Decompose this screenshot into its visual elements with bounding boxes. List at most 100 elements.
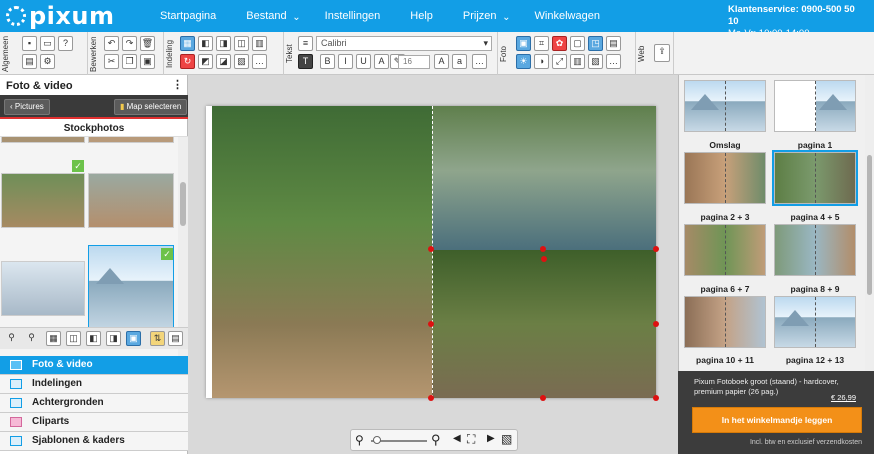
- page-thumb-12-13[interactable]: [774, 296, 856, 348]
- photo-border-icon[interactable]: ▧: [588, 54, 603, 69]
- photo-thumb[interactable]: [1, 137, 85, 143]
- font-size-select[interactable]: 16: [398, 55, 430, 69]
- menu-instellingen[interactable]: Instellingen: [325, 10, 381, 22]
- add-to-cart-button[interactable]: In het winkelmandje leggen: [692, 407, 862, 433]
- font-size-decrease-icon[interactable]: a: [452, 54, 467, 69]
- scroll-thumb[interactable]: [867, 155, 872, 295]
- grid-view-icon[interactable]: ▦: [46, 331, 61, 346]
- category-achtergronden[interactable]: Achtergronden: [0, 394, 188, 413]
- menu-winkelwagen[interactable]: Winkelwagen: [535, 10, 600, 22]
- category-foto-video[interactable]: Foto & video: [0, 356, 188, 375]
- send-back-icon[interactable]: ◨: [216, 36, 231, 51]
- family-photo[interactable]: [212, 106, 432, 398]
- select-folder-button[interactable]: ▮ Map selecteren: [114, 99, 188, 115]
- pages-scrollbar[interactable]: [865, 75, 874, 371]
- photo-mask-icon[interactable]: ◳: [588, 36, 603, 51]
- page-thumb-omslag[interactable]: [684, 80, 766, 132]
- help-question-icon[interactable]: ?: [58, 36, 73, 51]
- save-icon[interactable]: ▪: [22, 36, 37, 51]
- next-page-icon[interactable]: ▶: [487, 433, 495, 444]
- more-layout-icon[interactable]: …: [252, 54, 267, 69]
- font-family-select[interactable]: Calibri: [316, 36, 492, 51]
- menu-help[interactable]: Help: [410, 10, 433, 22]
- page-view-icon[interactable]: ▧: [501, 432, 512, 446]
- bold-icon[interactable]: T: [298, 54, 313, 69]
- resize-handle[interactable]: [540, 246, 546, 252]
- bring-forward-icon[interactable]: ◧: [198, 36, 213, 51]
- group-objects-icon[interactable]: ◫: [234, 36, 249, 51]
- resize-handle[interactable]: [428, 395, 434, 401]
- pixum-logo[interactable]: pixum: [6, 2, 114, 30]
- photo-enhance-icon[interactable]: ☀: [516, 54, 531, 69]
- resize-handle[interactable]: [653, 246, 659, 252]
- settings-gear-icon[interactable]: ⚙: [40, 54, 55, 69]
- photo-replace-icon[interactable]: ▤: [606, 36, 621, 51]
- scroll-thumb[interactable]: [180, 182, 186, 226]
- hikers-map-photo[interactable]: [432, 106, 656, 250]
- menu-bestand[interactable]: Bestand: [246, 10, 301, 23]
- undo-icon[interactable]: ↶: [104, 36, 119, 51]
- copy-icon[interactable]: ❐: [122, 54, 137, 69]
- zoom-slider-knob[interactable]: [373, 436, 381, 444]
- resize-handle[interactable]: [428, 321, 434, 327]
- layout-grid-icon[interactable]: ▦: [180, 36, 195, 51]
- flip-icon[interactable]: ◪: [216, 54, 231, 69]
- zoom-out-icon[interactable]: ⚲: [355, 433, 364, 447]
- page-thumb-10-11[interactable]: [684, 296, 766, 348]
- rotate-icon[interactable]: ↻: [180, 54, 195, 69]
- distribute-icon[interactable]: ▧: [234, 54, 249, 69]
- font-size-increase-icon[interactable]: A: [434, 54, 449, 69]
- bold-button[interactable]: B: [320, 54, 335, 69]
- underline-button[interactable]: U: [356, 54, 371, 69]
- photo-thumb[interactable]: [88, 173, 174, 228]
- resize-handle[interactable]: [428, 246, 434, 252]
- photo-filter-icon[interactable]: ◑: [534, 54, 549, 69]
- page-thumb-4-5-selected[interactable]: [772, 150, 858, 206]
- photo-effect-icon[interactable]: ✿: [552, 36, 567, 51]
- print-icon[interactable]: ▤: [22, 54, 37, 69]
- previous-page-icon[interactable]: ◀: [453, 433, 461, 444]
- view-option-4-icon[interactable]: ▣: [126, 331, 141, 346]
- align-objects-icon[interactable]: ▥: [252, 36, 267, 51]
- more-photo-icon[interactable]: …: [606, 54, 621, 69]
- text-color-icon[interactable]: A: [374, 54, 389, 69]
- resize-handle[interactable]: [653, 395, 659, 401]
- redo-icon[interactable]: ↷: [122, 36, 137, 51]
- text-align-icon[interactable]: ≡: [298, 36, 313, 51]
- category-cliparts[interactable]: Cliparts: [0, 413, 188, 432]
- photo-thumb[interactable]: [1, 261, 85, 316]
- product-price[interactable]: € 26,99: [831, 393, 856, 402]
- photo-frame-icon[interactable]: ▢: [570, 36, 585, 51]
- photo-thumb[interactable]: [88, 137, 174, 143]
- resize-handle[interactable]: [540, 395, 546, 401]
- view-option-2-icon[interactable]: ◧: [86, 331, 101, 346]
- photobook-spread[interactable]: [206, 106, 656, 398]
- zoom-in-icon[interactable]: ⚲: [431, 432, 441, 448]
- page-thumb-6-7[interactable]: [684, 224, 766, 276]
- category-sjablonen[interactable]: Sjablonen & kaders: [0, 432, 188, 451]
- italic-button[interactable]: I: [338, 54, 353, 69]
- web-export-icon[interactable]: ⇪: [654, 44, 670, 62]
- photo-fill-icon[interactable]: ▥: [570, 54, 585, 69]
- resize-handle[interactable]: [653, 321, 659, 327]
- zoom-in-icon[interactable]: ⚲: [24, 331, 39, 346]
- sort-icon[interactable]: ⇅: [150, 331, 165, 346]
- view-option-3-icon[interactable]: ◨: [106, 331, 121, 346]
- fit-screen-icon[interactable]: ⛶: [467, 432, 475, 447]
- zoom-out-icon[interactable]: ⚲: [4, 331, 19, 346]
- filter-icon[interactable]: ▤: [168, 331, 183, 346]
- photo-thumb[interactable]: [1, 173, 85, 228]
- photo-crop-icon[interactable]: ⌗: [534, 36, 549, 51]
- page-thumb-1[interactable]: [774, 80, 856, 132]
- copy-page-icon[interactable]: ▭: [40, 36, 55, 51]
- page-thumb-8-9[interactable]: [774, 224, 856, 276]
- category-indelingen[interactable]: Indelingen: [0, 375, 188, 394]
- menu-startpagina[interactable]: Startpagina: [160, 10, 216, 22]
- arrange-icon[interactable]: ◩: [198, 54, 213, 69]
- page-thumb-2-3[interactable]: [684, 152, 766, 204]
- pictures-back-button[interactable]: ‹ Pictures: [4, 99, 50, 115]
- group-hikers-photo[interactable]: [432, 250, 656, 398]
- view-option-1-icon[interactable]: ◫: [66, 331, 81, 346]
- more-text-icon[interactable]: …: [472, 54, 487, 69]
- menu-prijzen[interactable]: Prijzen: [463, 10, 510, 23]
